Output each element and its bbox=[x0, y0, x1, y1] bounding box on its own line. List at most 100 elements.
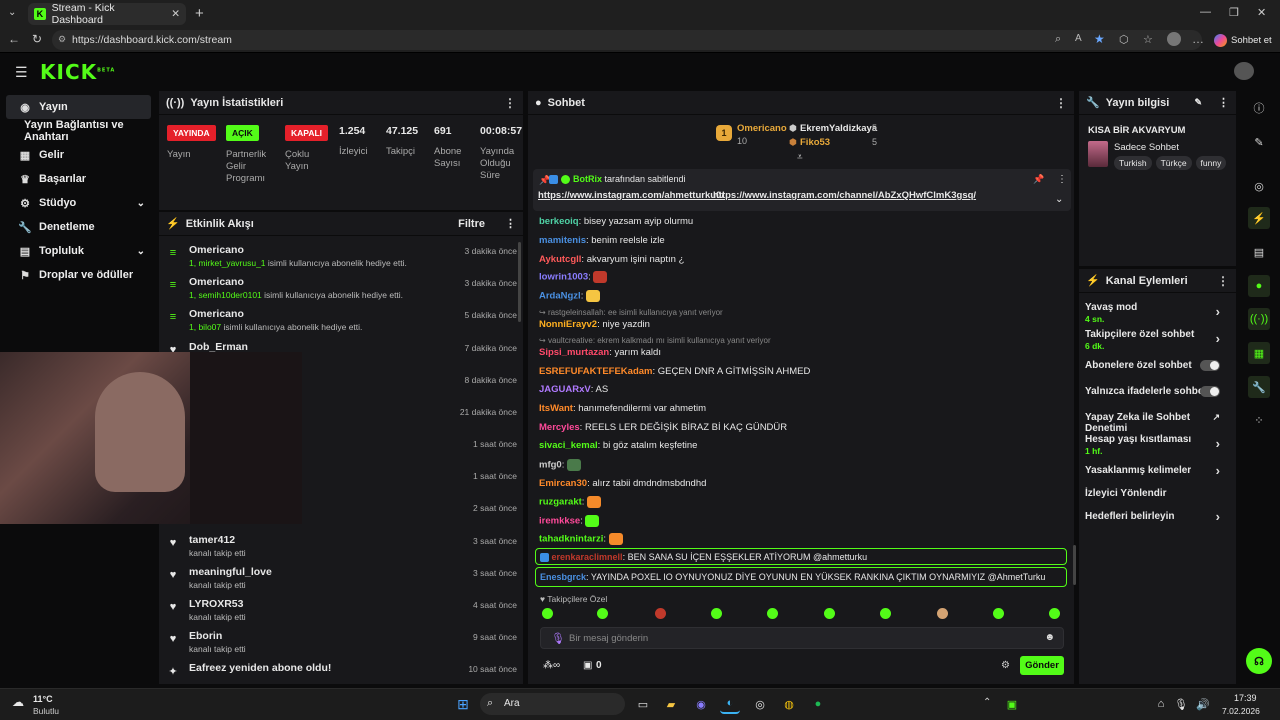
chat-username[interactable]: NonniErayv2 bbox=[539, 319, 597, 330]
send-button[interactable]: Gönder bbox=[1020, 656, 1064, 675]
extensions-icon[interactable]: ⬡ bbox=[1119, 33, 1129, 46]
weather-icon[interactable]: ☁ bbox=[12, 695, 24, 709]
activity-username[interactable]: Omericano bbox=[189, 276, 244, 288]
pinned-link[interactable]: https://www.instagram.com/channel/AbZxQH… bbox=[713, 190, 976, 201]
sidebar-item-gelir[interactable]: ▦ Gelir bbox=[6, 143, 151, 167]
chat-username[interactable]: Enesbgrck bbox=[540, 572, 586, 582]
expand-gifters-icon[interactable]: ⩡ bbox=[797, 152, 803, 163]
sidebar-item-droplar[interactable]: ⚑ Droplar ve ödüller bbox=[6, 263, 151, 287]
chat-username[interactable]: ItsWant bbox=[539, 403, 573, 414]
activity-username[interactable]: Omericano bbox=[189, 308, 244, 320]
sidebar-item-basarilar[interactable]: ♛ Başarılar bbox=[6, 167, 151, 191]
clock-time[interactable]: 17:39 bbox=[1234, 693, 1257, 703]
emote-icon[interactable] bbox=[824, 608, 835, 619]
more-options-icon[interactable]: ⋮ bbox=[1055, 96, 1067, 110]
chat-username[interactable]: lowrin1003 bbox=[539, 272, 588, 283]
channel-action-item[interactable]: Yalnızca ifadelerle sohbet bbox=[1085, 386, 1230, 408]
chat-username[interactable]: ArdaNgzl bbox=[539, 291, 581, 302]
browser-tab[interactable]: K Stream - Kick Dashboard ✕ bbox=[28, 2, 186, 26]
emote-icon[interactable] bbox=[711, 608, 722, 619]
profile-avatar[interactable] bbox=[1167, 32, 1181, 46]
chat-username[interactable]: erenkaraclimnell bbox=[552, 552, 623, 562]
channel-action-item[interactable]: Yavaş mod 4 sn. › bbox=[1085, 302, 1230, 324]
hamburger-menu-icon[interactable]: ☰ bbox=[15, 64, 28, 81]
user-avatar[interactable] bbox=[1234, 62, 1254, 80]
read-aloud-icon[interactable]: A bbox=[1075, 33, 1082, 44]
tag-chip[interactable]: Türkçe bbox=[1155, 156, 1192, 170]
copilot-button[interactable]: Sohbet et bbox=[1214, 31, 1272, 49]
emote-icon[interactable] bbox=[597, 608, 608, 619]
emote-icon[interactable] bbox=[767, 608, 778, 619]
kick-logo[interactable]: KICKBETA bbox=[40, 60, 115, 84]
tag-chip[interactable]: funny bbox=[1195, 156, 1227, 170]
windows-start-icon[interactable]: ⊞ bbox=[453, 694, 473, 714]
microphone-tray-icon[interactable]: 🎙 bbox=[1171, 694, 1191, 714]
chat-username[interactable]: tahadknintarzi bbox=[539, 534, 603, 545]
emote-icon[interactable] bbox=[585, 515, 600, 527]
chat-username[interactable]: ruzgarakt bbox=[539, 497, 582, 508]
zoom-icon[interactable]: ⌕ bbox=[1055, 33, 1061, 46]
top-gifter-name[interactable]: Fiko53 bbox=[800, 137, 830, 148]
edit-icon[interactable]: ✎ bbox=[1248, 131, 1270, 153]
emote-icon[interactable] bbox=[880, 608, 891, 619]
activity-username[interactable]: meaningful_love bbox=[189, 566, 272, 578]
sidebar-item-yayin[interactable]: ◉ Yayın bbox=[6, 95, 151, 119]
emote-icon[interactable] bbox=[655, 608, 666, 619]
more-icon[interactable]: … bbox=[1192, 32, 1204, 46]
emote-icon[interactable] bbox=[542, 608, 553, 619]
more-options-icon[interactable]: ⋮ bbox=[1217, 274, 1229, 288]
emote-icon[interactable] bbox=[566, 459, 581, 471]
wrench-toggle-icon[interactable]: 🔧 bbox=[1248, 376, 1270, 398]
chat-icon[interactable]: ● bbox=[1248, 275, 1270, 297]
document-icon[interactable]: ▤ bbox=[1248, 241, 1270, 263]
emote-icon[interactable] bbox=[587, 496, 602, 508]
channel-action-item[interactable]: Abonelere özel sohbet bbox=[1085, 360, 1230, 382]
tray-app-icon[interactable]: ▣ bbox=[1002, 694, 1022, 714]
activity-username[interactable]: Eborin bbox=[189, 630, 222, 642]
more-options-icon[interactable]: ⋮ bbox=[1218, 96, 1229, 109]
tray-expand-icon[interactable]: ⌃ bbox=[983, 697, 991, 708]
sidebar-item-stream-key[interactable]: Yayın Bağlantısı ve Anahtarı bbox=[6, 119, 151, 143]
clock-date[interactable]: 7.02.2026 bbox=[1222, 706, 1260, 716]
maximize-icon[interactable]: ❐ bbox=[1229, 6, 1239, 19]
chat-username[interactable]: mfg0 bbox=[539, 460, 562, 471]
toggle-switch[interactable] bbox=[1200, 386, 1220, 397]
obs-icon[interactable]: ◎ bbox=[750, 694, 770, 714]
chat-username[interactable]: Sipsi_murtazan bbox=[539, 347, 609, 358]
emoji-icon[interactable]: ☻ bbox=[1044, 632, 1055, 643]
emote-icon[interactable] bbox=[593, 271, 608, 283]
sidebar-item-denetleme[interactable]: 🔧 Denetleme bbox=[6, 215, 151, 239]
help-support-icon[interactable]: ☊ bbox=[1246, 648, 1272, 674]
apps-icon[interactable]: ⁘ bbox=[1248, 409, 1270, 431]
edit-pencil-icon[interactable]: ✎ bbox=[1194, 97, 1202, 108]
chat-settings-icon[interactable]: ⚙ bbox=[1001, 660, 1010, 671]
new-tab-icon[interactable]: + bbox=[195, 5, 204, 22]
site-info-icon[interactable]: ⚙ bbox=[58, 34, 66, 45]
chat-username[interactable]: berkeoiq bbox=[539, 216, 579, 227]
refresh-icon[interactable]: ↻ bbox=[32, 32, 42, 46]
gift-box-icon[interactable]: ▣ bbox=[583, 660, 592, 671]
channel-action-item[interactable]: Hedefleri belirleyin › bbox=[1085, 509, 1230, 533]
infinity-points-icon[interactable]: ⁂∞ bbox=[543, 660, 560, 671]
chat-username[interactable]: Aykutcgll bbox=[539, 254, 581, 265]
chat-scrollbar[interactable] bbox=[1073, 545, 1076, 585]
activity-username[interactable]: tamer412 bbox=[189, 534, 235, 546]
taskbar-search[interactable]: ⌕ Ara bbox=[480, 693, 625, 715]
category-thumbnail[interactable] bbox=[1088, 141, 1108, 167]
spotify-icon[interactable]: ● bbox=[808, 694, 828, 714]
chat-username[interactable]: JAGUARxV bbox=[539, 384, 591, 395]
pinned-by[interactable]: BotRix bbox=[573, 174, 602, 184]
emote-icon[interactable] bbox=[937, 608, 948, 619]
volume-icon[interactable]: 🔊 bbox=[1193, 694, 1213, 714]
emote-icon[interactable] bbox=[1049, 608, 1060, 619]
stats-toggle-icon[interactable]: ▦ bbox=[1248, 342, 1270, 364]
chevron-down-icon[interactable]: ⌄ bbox=[1055, 194, 1063, 205]
close-tab-icon[interactable]: ✕ bbox=[171, 8, 180, 20]
chat-username[interactable]: ESREFUFAKTEFEKadam bbox=[539, 366, 653, 377]
filter-button[interactable]: Filtre bbox=[458, 218, 485, 230]
chat-input[interactable]: 🎙 Bir mesaj gönderin ☻ bbox=[540, 627, 1064, 649]
pinned-link[interactable]: https://www.instagram.com/ahmetturku0/ bbox=[538, 190, 724, 201]
pinned-more-icon[interactable]: ⋮ bbox=[1057, 174, 1067, 185]
top-gifter-name[interactable]: Omericano bbox=[737, 123, 787, 134]
category-name[interactable]: Sadece Sohbet bbox=[1114, 142, 1179, 153]
